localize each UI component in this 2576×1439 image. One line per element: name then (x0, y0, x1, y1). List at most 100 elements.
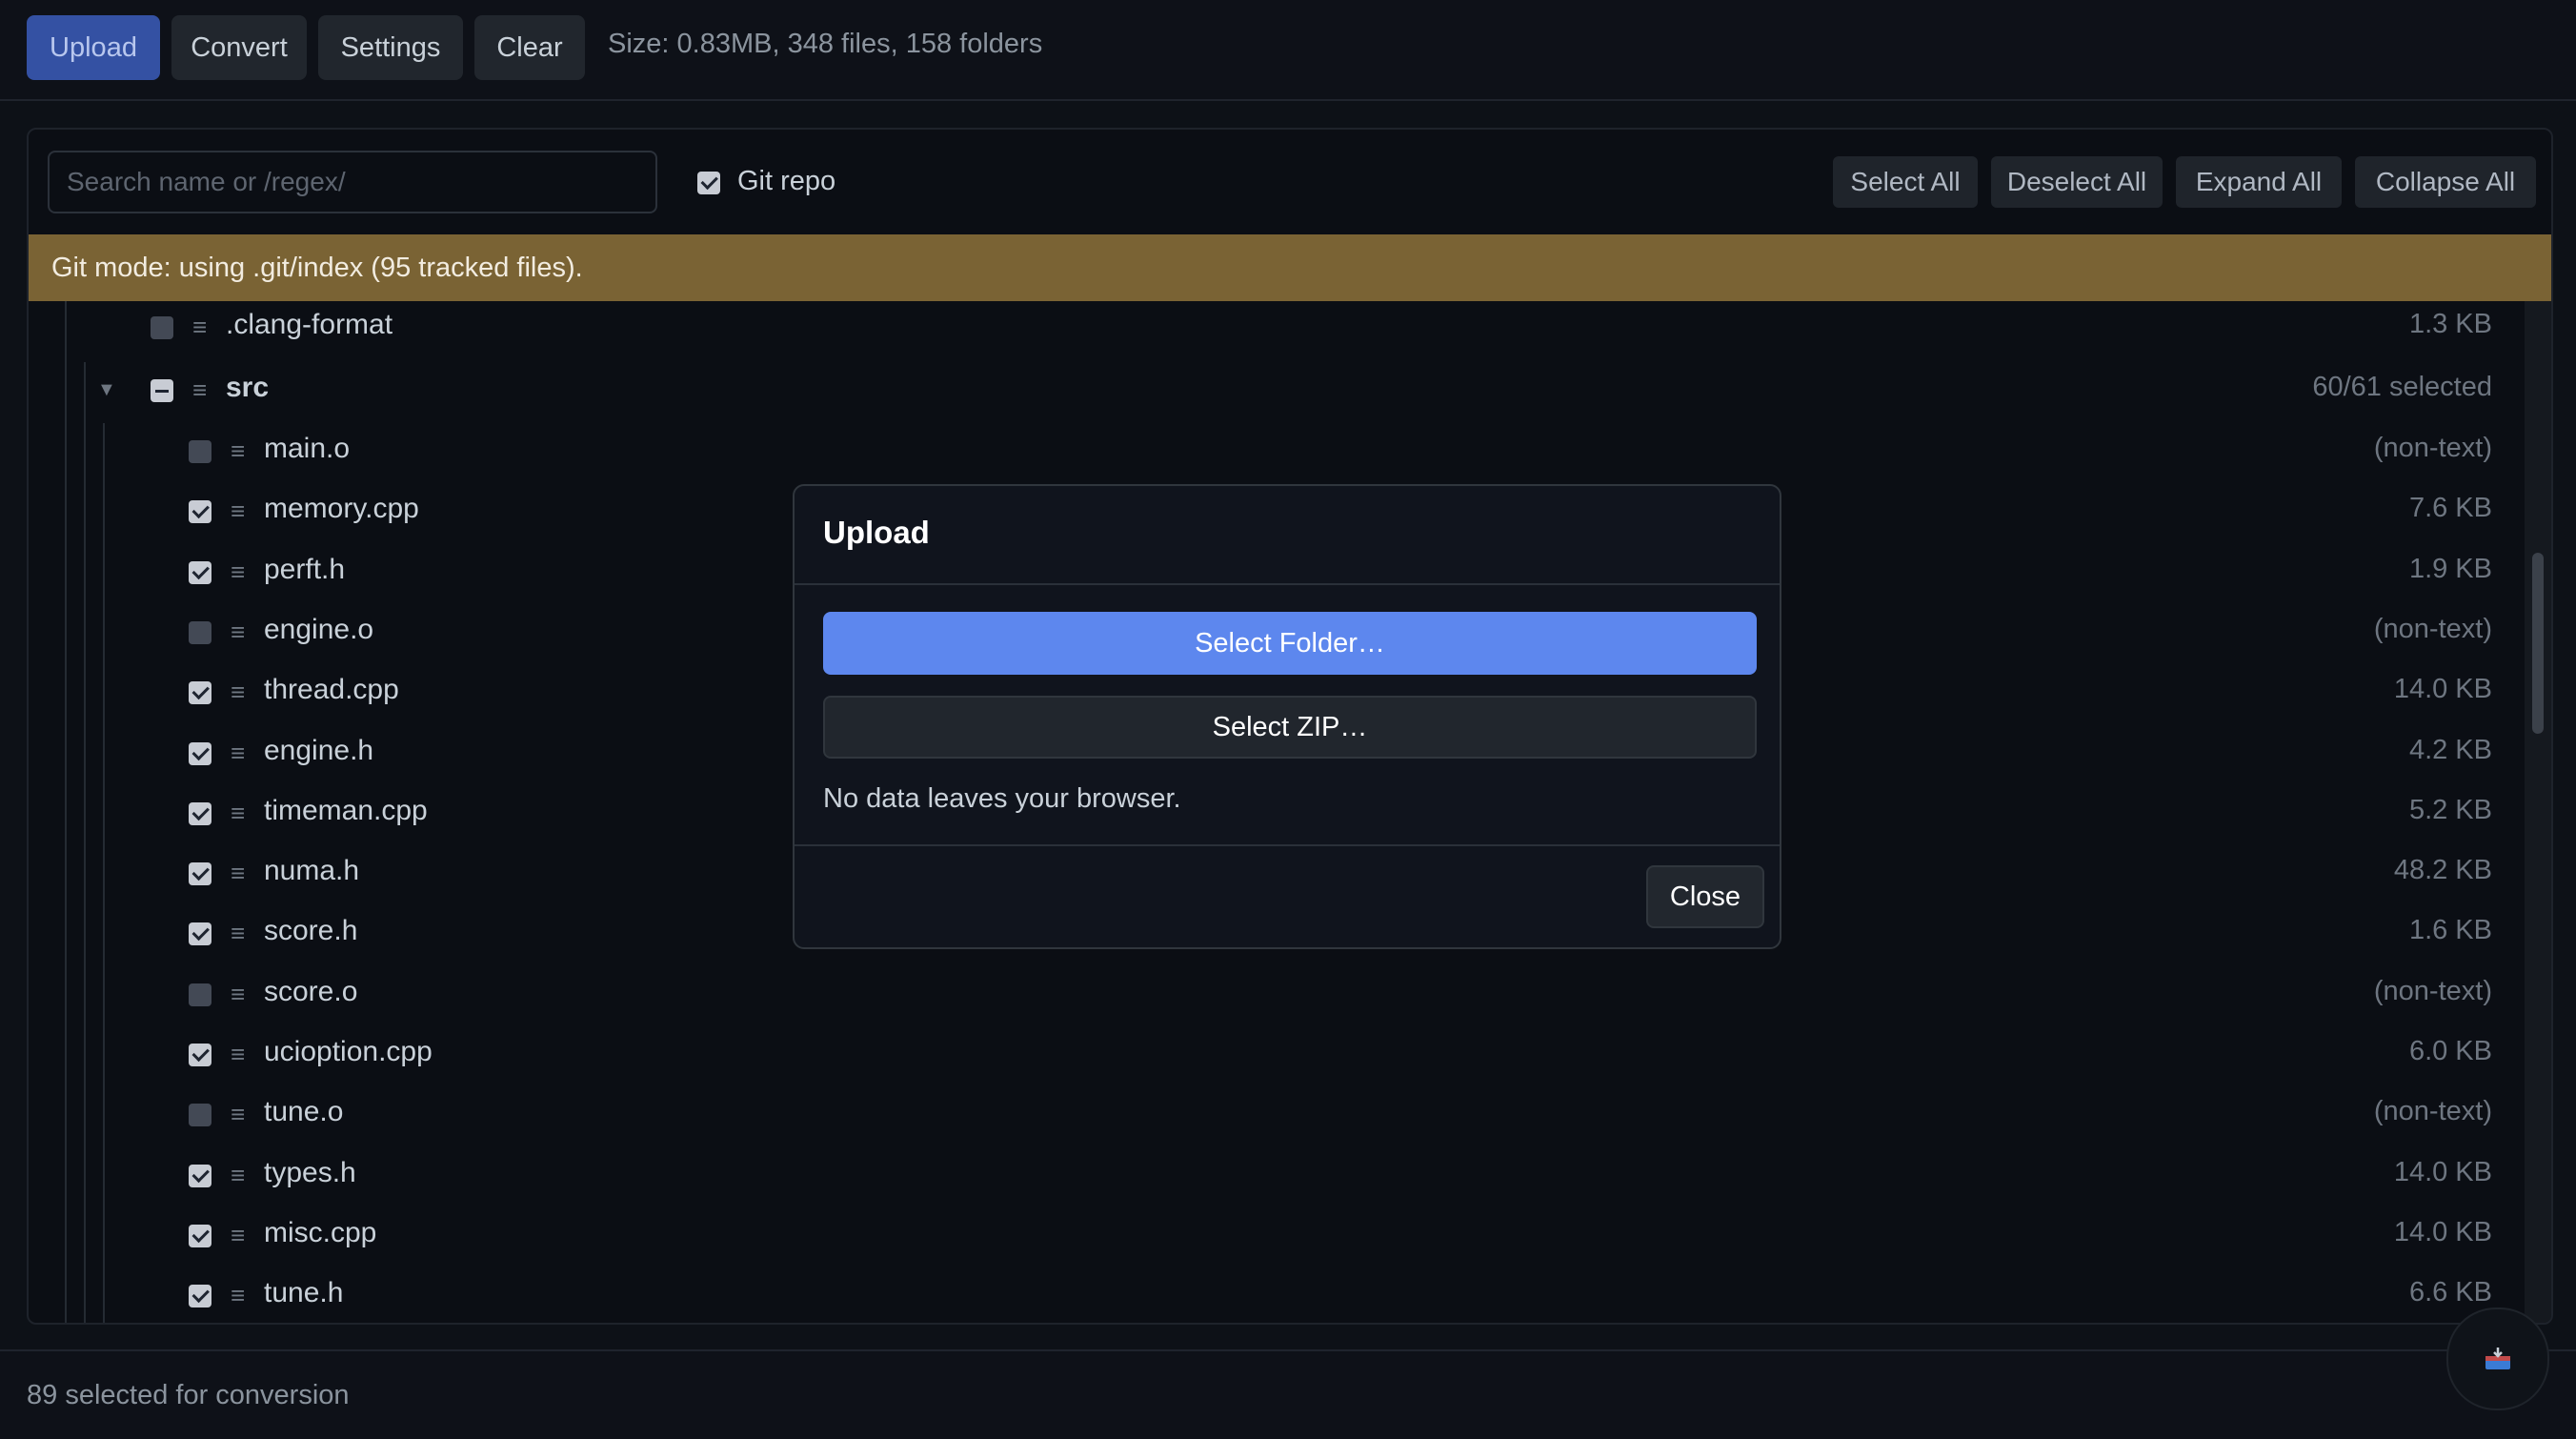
lines-icon: ≡ (231, 979, 246, 1008)
file-size: 6.0 KB (2408, 1036, 2492, 1066)
file-size: (non-text) (2373, 613, 2492, 644)
scrollbar-thumb[interactable] (2532, 553, 2544, 734)
lines-icon: ≡ (192, 313, 208, 341)
lines-icon: ≡ (231, 859, 246, 888)
tree-row[interactable]: ≡ tune.h 6.6 KB (29, 1266, 2525, 1323)
file-name: .clang-format (226, 309, 393, 340)
tree-row[interactable]: ≡ .clang-format 1.3 KB (29, 301, 2525, 355)
lines-icon: ≡ (231, 1281, 246, 1310)
lines-icon: ≡ (231, 436, 246, 465)
deselect-all-button[interactable]: Deselect All (1991, 156, 2163, 208)
close-button[interactable]: Close (1646, 865, 1764, 928)
lines-icon: ≡ (231, 798, 246, 827)
tree-row[interactable]: ≡ ucioption.cpp 6.0 KB (29, 1024, 2525, 1082)
file-size: 1.9 KB (2408, 553, 2492, 584)
git-repo-label: Git repo (737, 166, 836, 196)
status-bar: 89 selected for conversion (0, 1349, 2576, 1439)
floating-action-button[interactable] (2446, 1307, 2549, 1410)
file-name: score.h (264, 915, 358, 947)
file-name: main.o (264, 433, 351, 464)
lines-icon: ≡ (231, 678, 246, 707)
inbox-tray-icon (2485, 1348, 2510, 1369)
tree-row[interactable]: ≡ misc.cpp 14.0 KB (29, 1206, 2525, 1263)
lines-icon: ≡ (231, 919, 246, 948)
file-name: ucioption.cpp (264, 1036, 433, 1067)
lines-icon: ≡ (231, 1220, 246, 1249)
row-checkbox[interactable] (189, 560, 211, 584)
row-checkbox[interactable] (189, 681, 211, 705)
git-mode-banner: Git mode: using .git/index (95 tracked f… (29, 234, 2551, 301)
settings-button[interactable]: Settings (318, 15, 463, 80)
tree-row[interactable]: ≡ score.o (non-text) (29, 964, 2525, 1022)
file-size: 48.2 KB (2393, 855, 2492, 886)
row-checkbox[interactable] (189, 1164, 211, 1187)
row-checkbox[interactable] (189, 1104, 211, 1127)
file-size: 14.0 KB (2393, 1156, 2492, 1187)
top-toolbar: Upload Convert Settings Clear Size: 0.83… (0, 0, 2576, 101)
dialog-title: Upload (823, 515, 930, 550)
upload-button[interactable]: Upload (27, 15, 160, 80)
row-checkbox[interactable] (189, 620, 211, 644)
select-all-button[interactable]: Select All (1833, 156, 1978, 208)
tree-scrollbar[interactable] (2525, 301, 2551, 1323)
row-checkbox[interactable] (189, 801, 211, 825)
divider (795, 583, 1780, 585)
selection-status: 89 selected for conversion (27, 1380, 350, 1410)
file-name: memory.cpp (264, 493, 419, 525)
collapse-all-button[interactable]: Collapse All (2355, 156, 2536, 208)
row-checkbox[interactable] (189, 741, 211, 765)
file-name: types.h (264, 1156, 356, 1188)
folder-name: src (226, 372, 270, 403)
tree-row[interactable]: ≡ types.h 14.0 KB (29, 1145, 2525, 1203)
folder-checkbox[interactable] (151, 379, 173, 402)
file-size: (non-text) (2373, 1096, 2492, 1127)
file-size: 1.3 KB (2408, 309, 2492, 339)
file-name: perft.h (264, 553, 346, 585)
upload-dialog: Upload Select Folder… Select ZIP… No dat… (793, 484, 1781, 949)
select-folder-button[interactable]: Select Folder… (823, 612, 1757, 675)
file-size: 7.6 KB (2408, 493, 2492, 524)
divider (795, 844, 1780, 846)
lines-icon: ≡ (231, 738, 246, 767)
file-size: 6.6 KB (2408, 1277, 2492, 1308)
file-size: 1.6 KB (2408, 915, 2492, 946)
caret-down-icon[interactable]: ▼ (97, 379, 116, 401)
row-checkbox[interactable] (189, 983, 211, 1006)
search-input[interactable] (48, 151, 657, 213)
file-name: numa.h (264, 855, 360, 887)
lines-icon: ≡ (231, 1100, 246, 1129)
clear-button[interactable]: Clear (474, 15, 585, 80)
lines-icon: ≡ (231, 497, 246, 526)
lines-icon: ≡ (231, 1160, 246, 1189)
row-checkbox[interactable] (189, 1285, 211, 1308)
file-size: 14.0 KB (2393, 674, 2492, 705)
folder-selection-count: 60/61 selected (2312, 372, 2492, 402)
row-checkbox[interactable] (189, 440, 211, 463)
row-checkbox[interactable] (189, 862, 211, 886)
tree-row[interactable]: ≡ main.o (non-text) (29, 421, 2525, 478)
file-size: 14.0 KB (2393, 1216, 2492, 1247)
row-checkbox[interactable] (189, 1224, 211, 1247)
row-checkbox[interactable] (189, 922, 211, 946)
file-name: tune.h (264, 1277, 344, 1309)
convert-button[interactable]: Convert (171, 15, 307, 80)
file-size: (non-text) (2373, 433, 2492, 463)
file-name: engine.o (264, 613, 374, 645)
file-size: (non-text) (2373, 975, 2492, 1006)
row-checkbox[interactable] (151, 316, 173, 339)
git-repo-checkbox[interactable] (697, 172, 720, 194)
file-name: tune.o (264, 1096, 344, 1128)
row-checkbox[interactable] (189, 1044, 211, 1066)
expand-all-button[interactable]: Expand All (2176, 156, 2342, 208)
folder-row-src[interactable]: ▼ ≡ src 60/61 selected (29, 360, 2525, 417)
tree-row[interactable]: ≡ tune.o (non-text) (29, 1084, 2525, 1142)
lines-icon: ≡ (192, 375, 208, 404)
lines-icon: ≡ (231, 557, 246, 586)
row-checkbox[interactable] (189, 500, 211, 524)
lines-icon: ≡ (231, 617, 246, 646)
file-name: thread.cpp (264, 674, 399, 706)
privacy-note: No data leaves your browser. (823, 783, 1181, 814)
file-name: score.o (264, 975, 358, 1007)
lines-icon: ≡ (231, 1040, 246, 1068)
select-zip-button[interactable]: Select ZIP… (823, 696, 1757, 759)
